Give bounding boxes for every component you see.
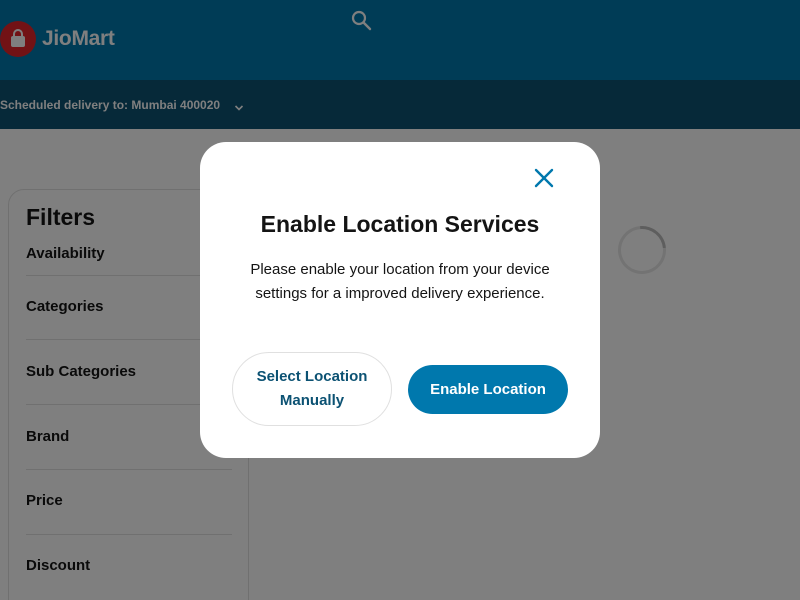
close-icon[interactable] [532,166,556,190]
modal-message: Please enable your location from your de… [250,261,550,302]
modal-title: Enable Location Services [260,211,540,237]
enable-location-label: Enable Location [430,381,546,398]
select-location-manually-button[interactable]: Select Location Manually [232,352,392,426]
select-location-manually-label: Select Location Manually [256,368,368,409]
enable-location-button[interactable]: Enable Location [408,365,568,414]
